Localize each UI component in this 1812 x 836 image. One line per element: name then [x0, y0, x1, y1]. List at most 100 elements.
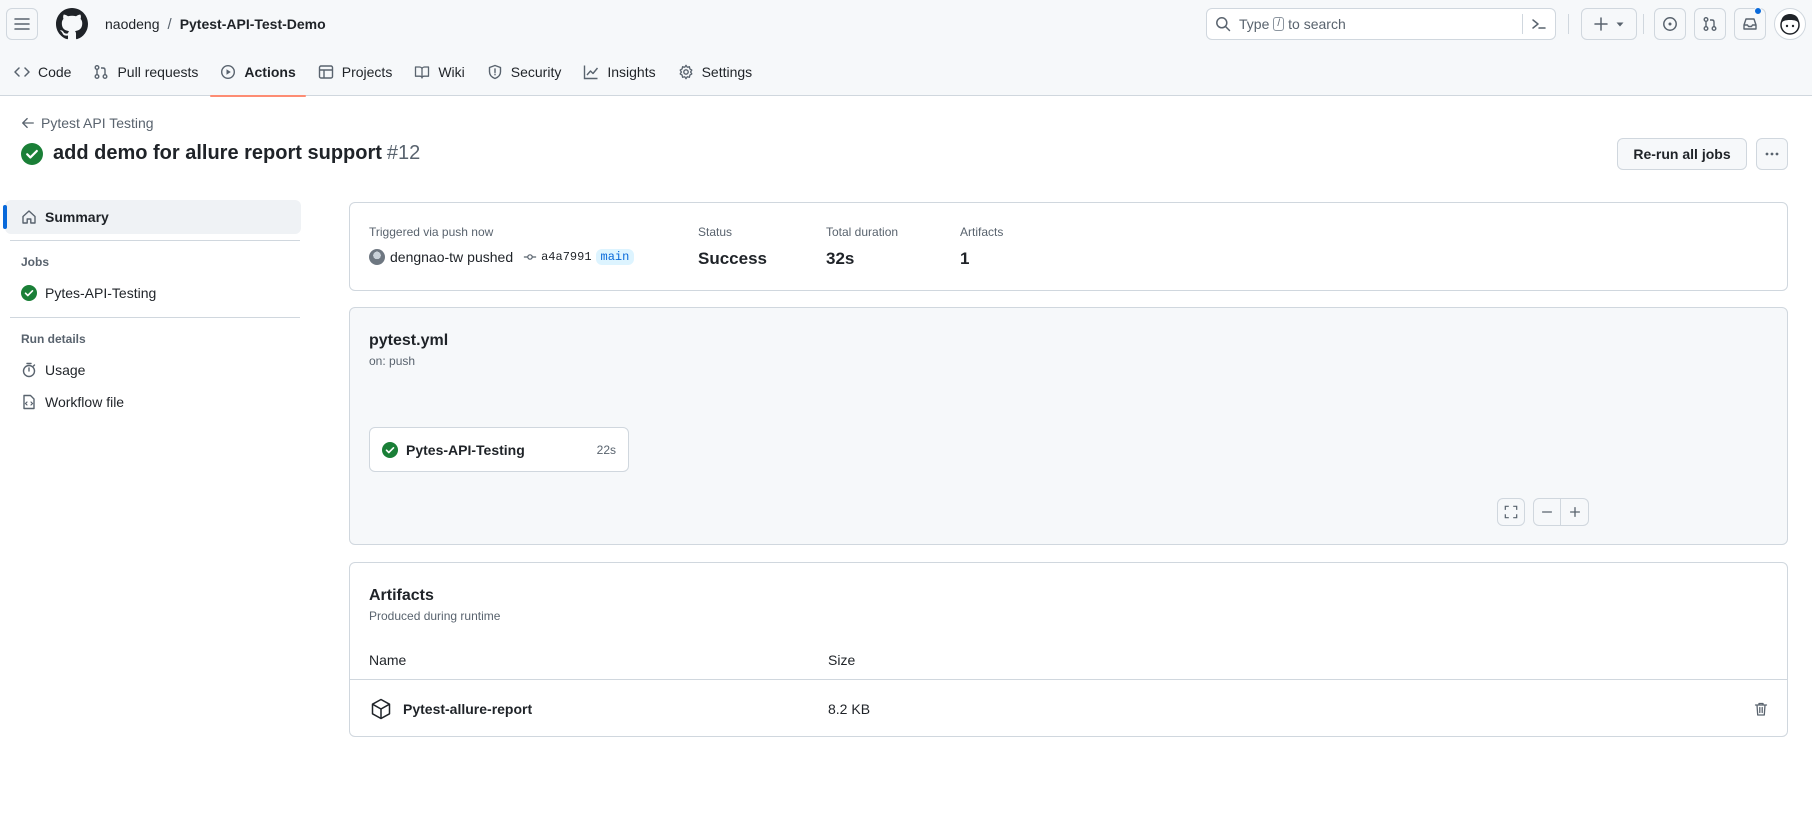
tab-actions[interactable]: Actions — [210, 48, 307, 97]
artifacts-card: Artifacts Produced during runtime Name S… — [349, 562, 1788, 737]
tab-label: Projects — [341, 64, 393, 80]
github-logo-icon[interactable] — [56, 8, 88, 40]
create-new-button[interactable] — [1581, 8, 1637, 40]
zoom-out-button[interactable] — [1533, 498, 1561, 526]
sidebar-item-summary[interactable]: Summary — [3, 200, 301, 234]
back-link-label: Pytest API Testing — [41, 115, 154, 131]
issue-opened-icon — [1663, 17, 1677, 31]
menu-button[interactable] — [6, 8, 38, 40]
tab-settings[interactable]: Settings — [668, 48, 763, 96]
duration-value: 32s — [826, 249, 855, 268]
sidebar-heading-jobs: Jobs — [21, 255, 50, 269]
sidebar-item-job[interactable]: Pytes-API-Testing — [21, 277, 310, 309]
kebab-horizontal-icon — [1765, 152, 1779, 156]
tab-code[interactable]: Code — [12, 48, 81, 96]
job-duration: 22s — [596, 442, 616, 457]
artifacts-count-value[interactable]: 1 — [960, 249, 969, 269]
sidebar-divider — [10, 317, 300, 318]
back-to-workflow-link[interactable]: Pytest API Testing — [21, 115, 154, 131]
search-icon — [1216, 17, 1231, 32]
artifact-download-link[interactable]: Pytest-allure-report — [369, 681, 532, 737]
zoom-in-button[interactable] — [1561, 498, 1589, 526]
app-header: naodeng / Pytest-API-Test-Demo Type / to… — [0, 0, 1812, 97]
graph-icon — [584, 65, 599, 80]
page-title: add demo for allure report support #12 — [53, 142, 420, 165]
global-nav: naodeng / Pytest-API-Test-Demo Type / to… — [0, 0, 1812, 48]
fullscreen-button[interactable] — [1497, 498, 1525, 526]
artifacts-title: Artifacts — [369, 587, 434, 604]
table-icon — [318, 65, 333, 79]
graph-zoom-controls — [1497, 498, 1589, 526]
actor-avatar[interactable] — [369, 249, 385, 265]
hamburger-icon — [14, 18, 30, 30]
delete-artifact-button[interactable] — [1753, 681, 1769, 737]
gear-icon — [679, 64, 693, 80]
check-circle-fill-icon — [382, 441, 398, 458]
branch-badge[interactable]: main — [595, 249, 635, 265]
workflow-graph: pytest.yml on: push Pytes-API-Testing 22… — [349, 307, 1788, 545]
check-circle-fill-icon — [21, 285, 37, 301]
stopwatch-icon — [22, 362, 36, 378]
header-divider — [1568, 14, 1569, 34]
git-pull-request-icon — [94, 65, 108, 79]
pull-requests-button[interactable] — [1694, 8, 1726, 40]
trigger-details: dengnao-tw pushed a4a7991 main — [369, 249, 635, 265]
home-icon — [22, 210, 36, 224]
tab-projects[interactable]: Projects — [308, 48, 403, 96]
commit-link[interactable]: a4a7991 — [523, 250, 592, 264]
book-icon — [415, 66, 430, 79]
arrow-left-icon — [22, 117, 34, 129]
duration-label: Total duration — [826, 225, 899, 239]
artifacts-count-label: Artifacts — [960, 225, 1004, 239]
tab-label: Security — [510, 64, 562, 80]
user-avatar[interactable] — [1774, 8, 1806, 40]
sidebar-item-label: Workflow file — [45, 394, 125, 410]
run-number: #12 — [386, 142, 421, 164]
tab-label: Code — [38, 64, 72, 80]
run-title: add demo for allure report support #12 — [21, 142, 420, 165]
job-card[interactable]: Pytes-API-Testing 22s — [369, 427, 629, 472]
tab-wiki[interactable]: Wiki — [404, 48, 474, 96]
trigger-action: pushed — [467, 249, 514, 265]
issues-button[interactable] — [1654, 8, 1686, 40]
tab-label: Insights — [607, 64, 656, 80]
screen-full-icon — [1504, 505, 1518, 519]
command-palette-button[interactable] — [1522, 14, 1547, 34]
tab-label: Pull requests — [117, 64, 199, 80]
repo-tabs: Code Pull requests Actions Projects Wiki… — [0, 48, 1812, 97]
plus-icon — [1569, 506, 1580, 518]
tab-security[interactable]: Security — [477, 48, 572, 96]
code-icon — [14, 67, 30, 77]
search-input[interactable]: Type / to search — [1206, 8, 1556, 40]
artifacts-table-header: Name Size — [350, 650, 1787, 680]
actor-link[interactable]: dengnao-tw — [390, 249, 463, 265]
tab-insights[interactable]: Insights — [573, 48, 665, 96]
table-row: Pytest-allure-report 8.2 KB — [350, 681, 1787, 737]
zoom-group — [1533, 498, 1589, 526]
column-header-size: Size — [828, 652, 856, 668]
more-options-button[interactable] — [1756, 138, 1788, 170]
artifact-name: Pytest-allure-report — [403, 701, 533, 717]
git-pull-request-icon — [1703, 17, 1717, 31]
status-label: Status — [698, 225, 733, 239]
sidebar-divider — [10, 240, 300, 241]
status-value: Success — [698, 249, 767, 268]
sidebar-item-workflow-file[interactable]: Workflow file — [21, 386, 310, 418]
rerun-all-jobs-button[interactable]: Re-run all jobs — [1617, 138, 1747, 170]
repo-owner-link[interactable]: naodeng — [105, 16, 160, 32]
search-placeholder-prefix: Type — [1239, 16, 1270, 32]
notification-indicator — [1754, 7, 1762, 15]
tab-pull-requests[interactable]: Pull requests — [83, 48, 208, 96]
check-circle-fill-icon — [21, 142, 43, 165]
shield-icon — [488, 64, 501, 80]
terminal-icon — [1532, 19, 1546, 29]
file-icon — [23, 394, 35, 410]
plus-icon — [1594, 17, 1608, 31]
artifact-size: 8.2 KB — [828, 701, 871, 717]
sidebar-item-usage[interactable]: Usage — [21, 354, 310, 386]
trash-icon — [1754, 702, 1768, 716]
triangle-down-icon — [1616, 22, 1624, 27]
run-summary-card: Triggered via push now dengnao-tw pushed… — [349, 202, 1788, 291]
repo-name-link[interactable]: Pytest-API-Test-Demo — [180, 16, 326, 32]
package-icon — [371, 698, 391, 720]
